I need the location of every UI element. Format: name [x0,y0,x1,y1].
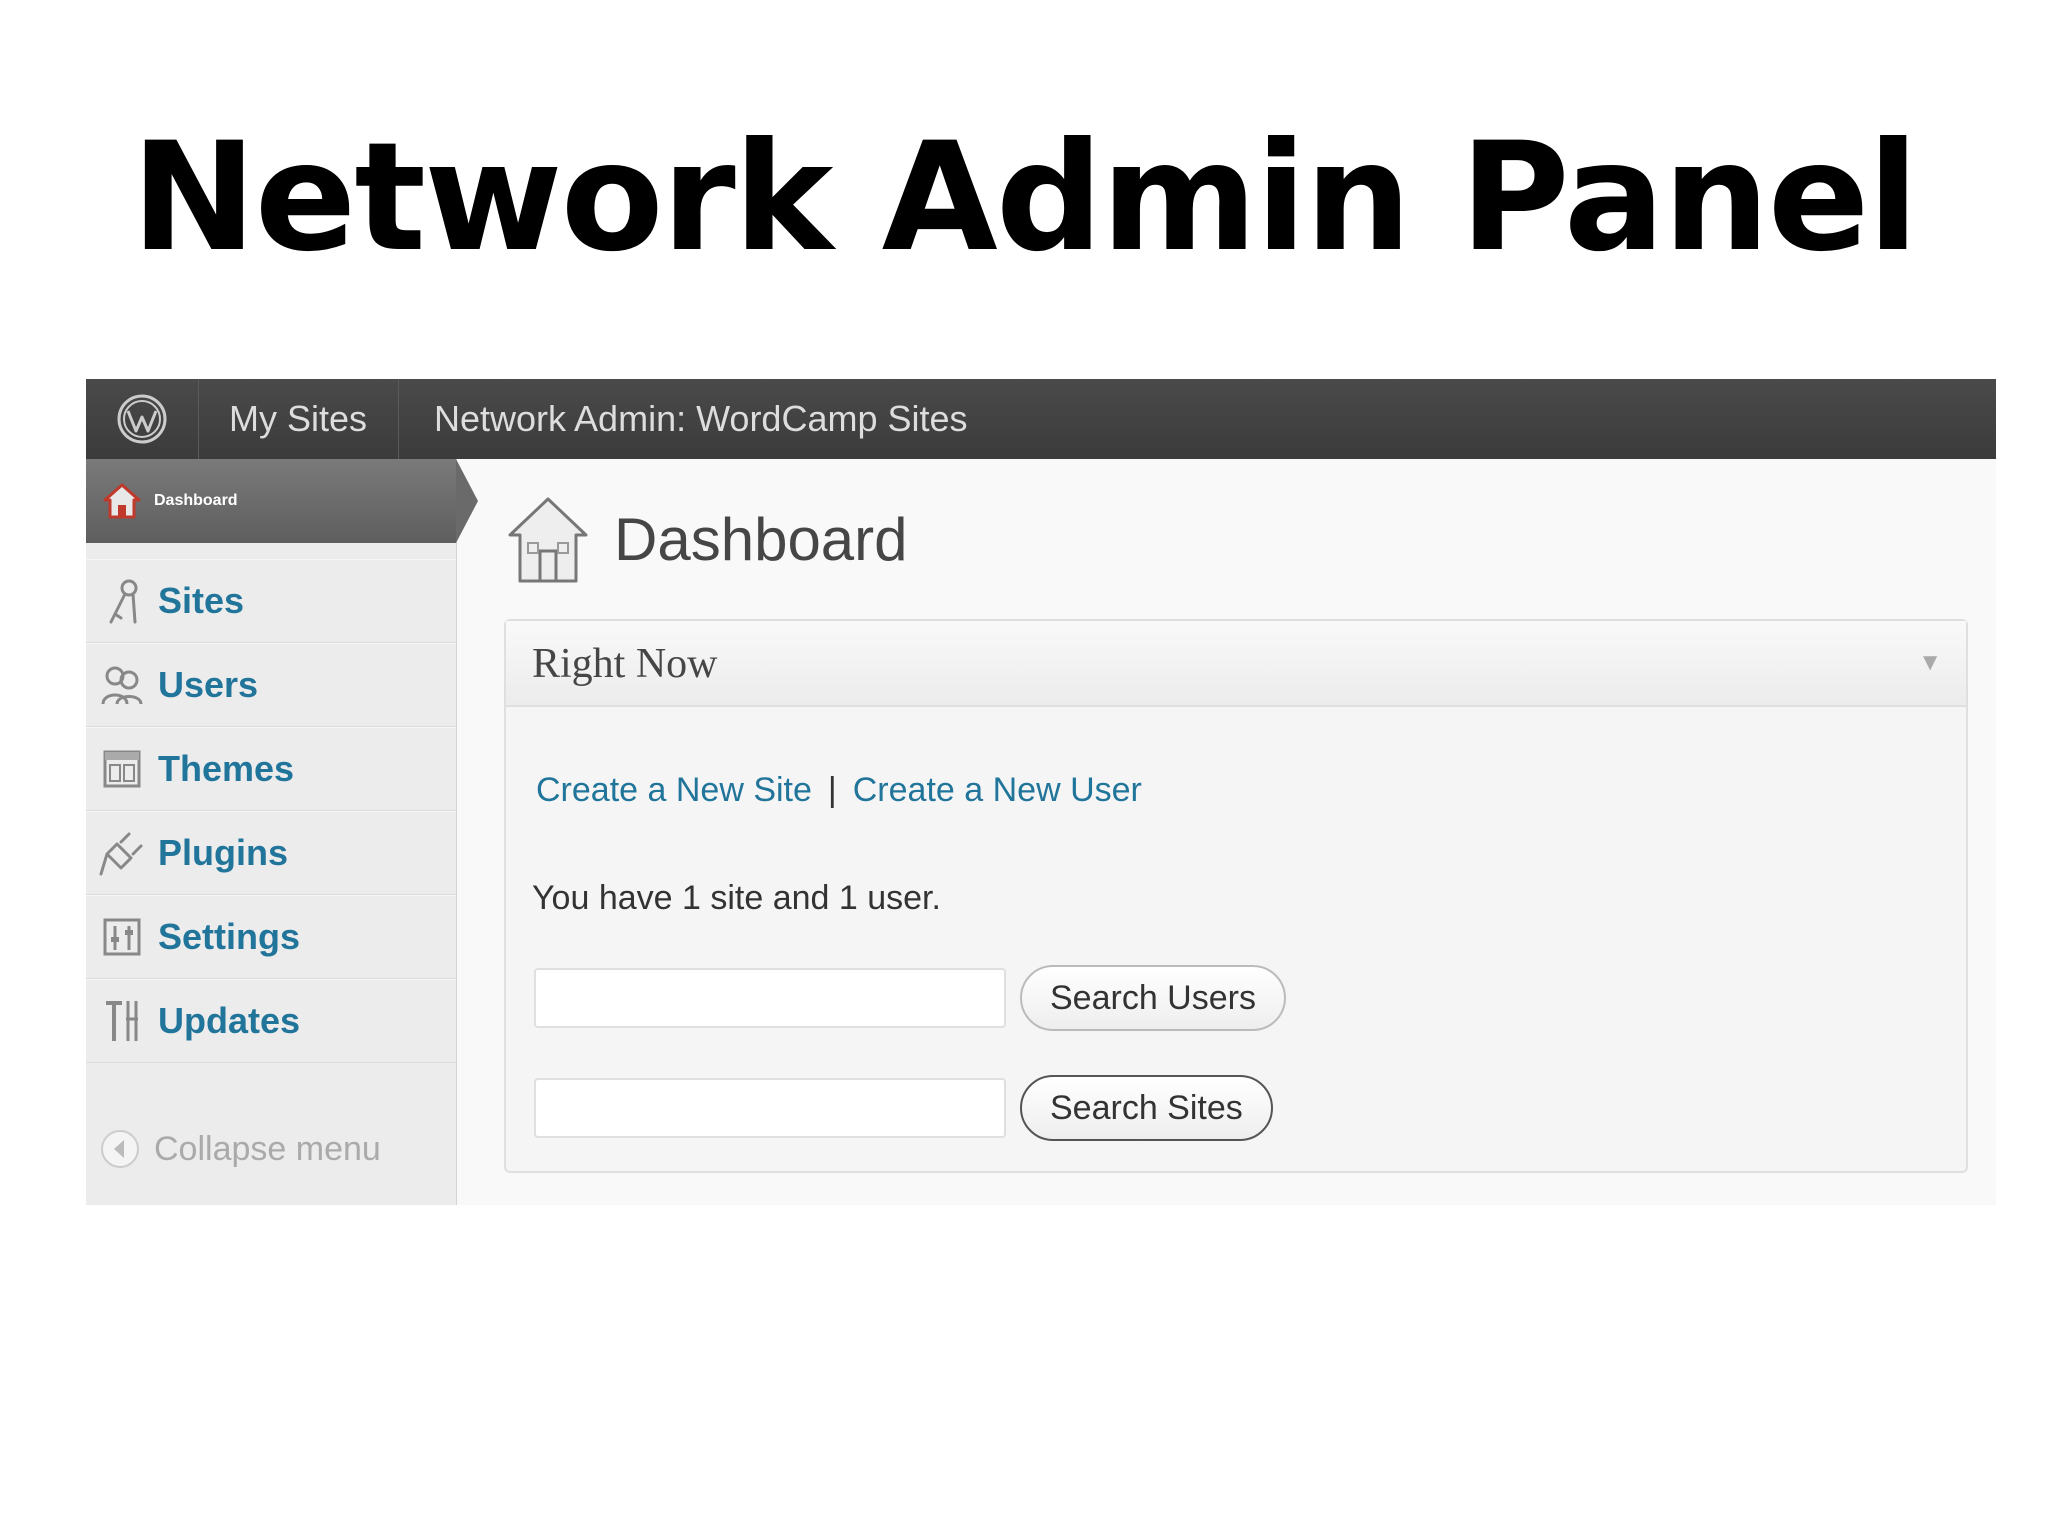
sites-icon [98,577,146,625]
sidebar-item-label: Updates [158,1000,301,1041]
collapse-menu-button[interactable]: Collapse menu [86,1119,456,1179]
wordpress-logo-icon[interactable] [86,379,199,459]
sidebar-item-label: Users [158,664,259,705]
toggle-arrow-icon[interactable]: ▼ [1918,649,1942,677]
search-sites-row: Search Sites [534,1075,1273,1141]
sidebar-item-label: Sites [158,580,245,621]
right-now-widget: Right Now ▼ Create a New Site | Create a… [504,619,1968,1173]
settings-icon [98,913,146,961]
my-sites-menu[interactable]: My Sites [198,379,399,459]
search-users-row: Search Users [534,965,1286,1031]
updates-icon [98,997,146,1045]
search-users-input[interactable] [534,968,1006,1028]
sidebar-item-settings[interactable]: Settings [86,895,456,979]
sidebar-item-sites[interactable]: Sites [86,559,456,643]
slide-title: Network Admin Panel [131,111,1919,285]
collapse-menu-label: Collapse menu [154,1129,381,1168]
sidebar-item-users[interactable]: Users [86,643,456,727]
admin-screenshot: My Sites Network Admin: WordCamp Sites D… [86,379,1996,1205]
sidebar-item-plugins[interactable]: Plugins [86,811,456,895]
sidebar-item-label: Themes [158,748,295,789]
sidebar-item-dashboard[interactable]: Dashboard [86,459,456,543]
search-users-button[interactable]: Search Users [1020,965,1286,1031]
widget-links: Create a New Site | Create a New User [536,771,1142,810]
widget-header[interactable]: Right Now ▼ [506,621,1966,707]
create-new-user-link[interactable]: Create a New User [853,771,1142,810]
create-new-site-link[interactable]: Create a New Site [536,771,812,810]
page-header: Dashboard [506,489,908,589]
collapse-arrow-icon [98,1127,142,1171]
admin-bar: My Sites Network Admin: WordCamp Sites [86,379,1996,459]
dashboard-home-icon [506,493,590,585]
network-admin-menu[interactable]: Network Admin: WordCamp Sites [434,379,968,459]
widget-title: Right Now [532,641,718,687]
search-sites-input[interactable] [534,1078,1006,1138]
page-title: Dashboard [614,505,908,573]
sidebar-item-label: Plugins [158,832,289,873]
link-separator: | [827,771,837,809]
sidebar-item-label: Settings [158,916,301,957]
users-icon [98,661,146,709]
home-icon [98,477,146,525]
sidebar-item-themes[interactable]: Themes [86,727,456,811]
sidebar-item-label: Dashboard [154,492,238,509]
sidebar-item-updates[interactable]: Updates [86,979,456,1063]
themes-icon [98,745,146,793]
plugins-icon [98,829,146,877]
admin-sidebar: Dashboard Sites Users Themes Plugins Set… [86,459,478,1205]
search-sites-button[interactable]: Search Sites [1020,1075,1273,1141]
current-menu-arrow [456,459,478,543]
site-user-summary: You have 1 site and 1 user. [532,879,941,917]
